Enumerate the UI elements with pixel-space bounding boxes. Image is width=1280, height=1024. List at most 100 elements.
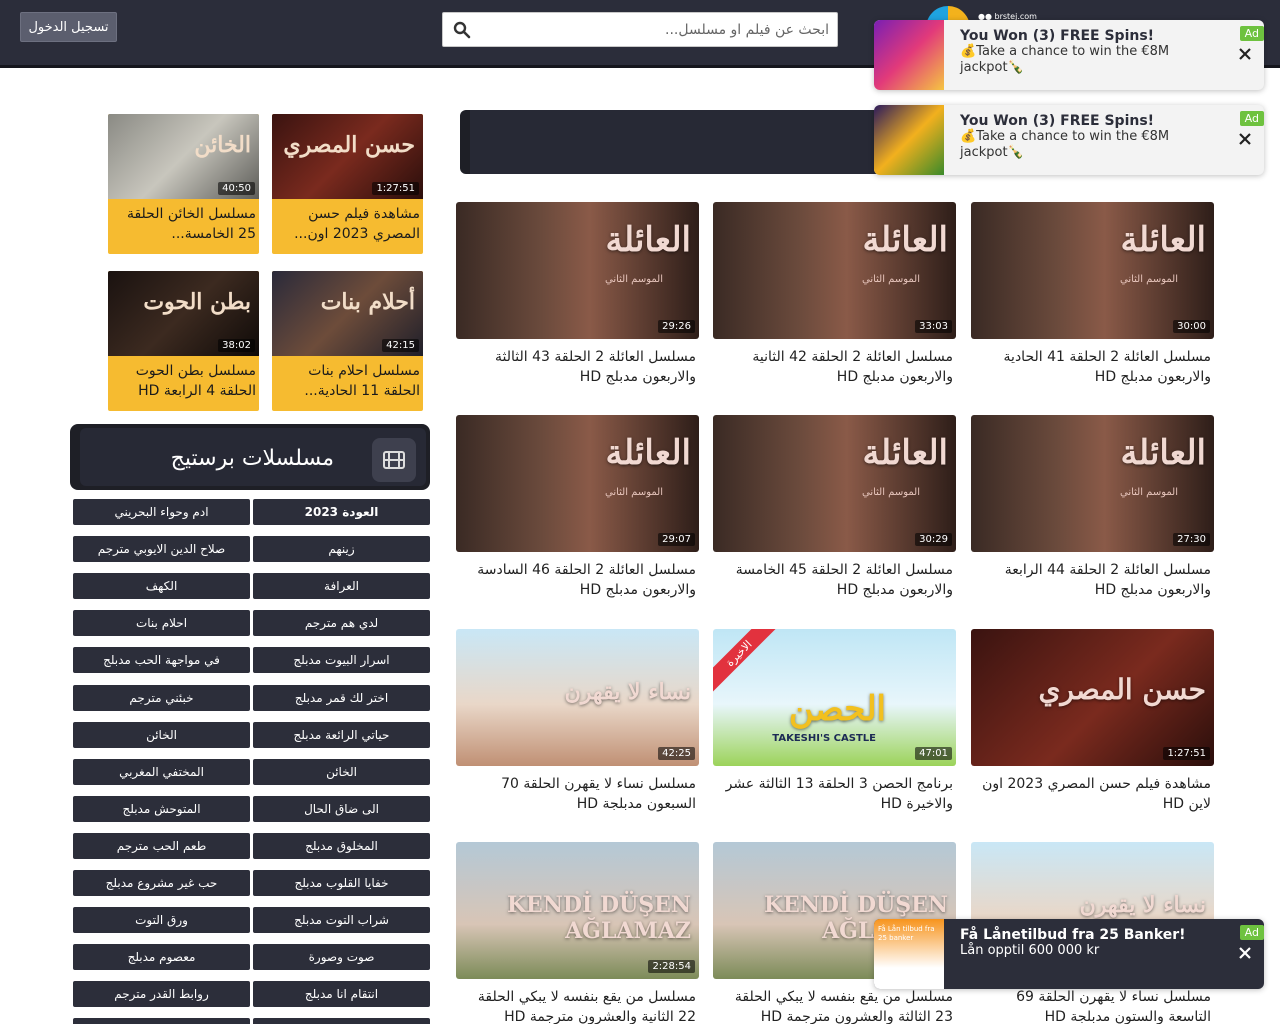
ad-image[interactable] bbox=[874, 105, 944, 175]
series-tag-link[interactable]: خبئني مترجم bbox=[73, 684, 250, 711]
series-tag-link[interactable]: صوت وصورة bbox=[253, 944, 430, 971]
featured-card[interactable]: الخائن 40:50 مسلسل الخائن الحلقة 25 الخامس… bbox=[108, 114, 259, 254]
video-title[interactable]: مسلسل نساء لا يقهرن الحلقة 70 السبعون مد… bbox=[456, 774, 699, 814]
ad-body[interactable]: Lån opptil 600 000 kr bbox=[960, 943, 1220, 959]
thumbnail-title-art: الخائن bbox=[194, 132, 251, 158]
series-tag-link[interactable]: روابط القدر مترجم bbox=[73, 981, 250, 1008]
video-card[interactable]: حسن المصري 1:27:51 مشاهدة فيلم حسن المصري … bbox=[971, 629, 1214, 814]
ad-image[interactable] bbox=[874, 20, 944, 90]
series-tag-link[interactable]: الخائن bbox=[253, 758, 430, 785]
series-tag-link[interactable]: في مواجهة الحب مدبلج bbox=[73, 647, 250, 674]
series-tag-link[interactable]: طعم الحب مترجم bbox=[73, 832, 250, 859]
video-thumbnail[interactable]: نساء لا يقهرن 42:25 bbox=[456, 629, 699, 766]
video-title[interactable]: مسلسل نساء لا يقهرن الحلقة 69 التاسعة وا… bbox=[971, 987, 1214, 1024]
featured-title[interactable]: مسلسل احلام بنات الحلقة 11 الحادية... bbox=[272, 356, 423, 411]
featured-title[interactable]: مسلسل الخائن الحلقة 25 الخامسة... bbox=[108, 199, 259, 254]
ad-title[interactable]: You Won (3) FREE Spins! bbox=[960, 113, 1154, 129]
video-card[interactable]: KENDİ DÜŞEN AĞLAMAZ 2:28:54 مسلسل من يقع ب… bbox=[456, 842, 699, 1024]
series-tag-link[interactable] bbox=[73, 1018, 250, 1024]
duration-badge: 40:50 bbox=[218, 182, 255, 195]
series-tag-link[interactable]: الكهف bbox=[73, 573, 250, 600]
series-tag-link[interactable]: المختفي المغربي bbox=[73, 758, 250, 785]
video-title[interactable]: برنامج الحصن 3 الحلقة 13 الثالثة عشر وال… bbox=[713, 774, 956, 814]
login-button[interactable]: تسجيل الدخول bbox=[20, 12, 117, 42]
series-tag-link[interactable]: انتقام انا مدبلج bbox=[253, 981, 430, 1008]
featured-thumbnail[interactable]: حسن المصري 1:27:51 bbox=[272, 114, 423, 199]
video-card[interactable]: العائلة الموسم الثاني 33:03 مسلسل العائلة 2… bbox=[713, 202, 956, 387]
series-tag-link[interactable]: ورق التوت bbox=[73, 907, 250, 934]
series-tag-link[interactable]: شراب التوت مدبلج bbox=[253, 907, 430, 934]
series-tag-link[interactable]: خفايا القلوب مدبلج bbox=[253, 870, 430, 896]
video-card[interactable]: نساء لا يقهرن 42:25 مسلسل نساء لا يقهرن ال… bbox=[456, 629, 699, 814]
series-tag-link[interactable]: العرافة bbox=[253, 573, 430, 600]
video-title[interactable]: مسلسل العائلة 2 الحلقة 41 الحادية والارب… bbox=[971, 347, 1214, 387]
ad-image-text: Få Lån tilbud fra 25 banker bbox=[878, 925, 935, 942]
video-thumbnail[interactable]: العائلة الموسم الثاني 30:00 bbox=[971, 202, 1214, 339]
video-title[interactable]: مشاهدة فيلم حسن المصري 2023 اون لاين HD bbox=[971, 774, 1214, 814]
series-tag-link[interactable]: لدي هم مترجم bbox=[253, 610, 430, 637]
series-tag-link[interactable]: المخلوق مدبلج bbox=[253, 832, 430, 859]
video-thumbnail[interactable]: العائلة الموسم الثاني 27:30 bbox=[971, 415, 1214, 552]
featured-card[interactable]: حسن المصري 1:27:51 مشاهدة فيلم حسن المصري … bbox=[272, 114, 423, 254]
search-icon[interactable] bbox=[443, 13, 481, 46]
ad-popup[interactable]: Få Lån tilbud fra 25 banker Få Lånetilbud… bbox=[874, 919, 1264, 989]
thumbnail-subtitle-art: الموسم الثاني bbox=[862, 487, 920, 498]
video-thumbnail[interactable]: KENDİ DÜŞEN AĞLAMAZ 2:28:54 bbox=[456, 842, 699, 979]
series-tag-link[interactable]: اختر لك قمر مدبلج bbox=[253, 684, 430, 711]
video-title[interactable]: مسلسل العائلة 2 الحلقة 43 الثالثة والارب… bbox=[456, 347, 699, 387]
series-tag-link[interactable]: صلاح الدين الايوبي مترجم bbox=[73, 536, 250, 563]
series-tag-link[interactable]: الخائن bbox=[73, 721, 250, 748]
duration-badge: 1:27:51 bbox=[372, 182, 419, 195]
ad-body[interactable]: 💰Take a chance to win the €8M jackpot🍾 bbox=[960, 44, 1220, 76]
series-tag-link[interactable]: المتوحش مدبلج bbox=[73, 795, 250, 822]
ad-popup[interactable]: You Won (3) FREE Spins! 💰Take a chance to… bbox=[874, 105, 1264, 175]
video-thumbnail[interactable]: الحصن TAKESHI'S CASTLE الاخيرة 47:01 bbox=[713, 629, 956, 766]
video-thumbnail[interactable]: العائلة الموسم الثاني 29:26 bbox=[456, 202, 699, 339]
close-icon[interactable] bbox=[1238, 945, 1252, 959]
duration-badge: 30:00 bbox=[1173, 320, 1210, 333]
video-card[interactable]: العائلة الموسم الثاني 27:30 مسلسل العائلة 2… bbox=[971, 415, 1214, 600]
video-title[interactable]: مسلسل العائلة 2 الحلقة 46 السادسة والارب… bbox=[456, 560, 699, 600]
video-title[interactable]: مسلسل من يقع بنفسه لا يبكي الحلقة 22 الث… bbox=[456, 987, 699, 1024]
video-thumbnail[interactable]: العائلة الموسم الثاني 30:29 bbox=[713, 415, 956, 552]
video-title[interactable]: مسلسل من يقع بنفسه لا يبكي الحلقة 23 الث… bbox=[713, 987, 956, 1024]
series-tag-link[interactable]: حياتي الرائعة مدبلج bbox=[253, 721, 430, 748]
duration-badge: 33:03 bbox=[915, 320, 952, 333]
featured-card[interactable]: أحلام بنات 42:15 مسلسل احلام بنات الحلقة 1… bbox=[272, 271, 423, 411]
series-tag-link[interactable] bbox=[253, 1018, 430, 1024]
featured-title[interactable]: مشاهدة فيلم حسن المصري 2023 اون... bbox=[272, 199, 423, 254]
series-tag-link[interactable]: معصوم مدبلج bbox=[73, 944, 250, 971]
featured-card[interactable]: بطن الحوت 38:02 مسلسل بطن الحوت الحلقة 4 ا… bbox=[108, 271, 259, 411]
ad-image[interactable]: Få Lån tilbud fra 25 banker bbox=[874, 919, 944, 989]
series-tag-link[interactable]: ادم وحواء البحريني bbox=[73, 499, 250, 525]
video-card[interactable]: العائلة الموسم الثاني 30:29 مسلسل العائلة 2… bbox=[713, 415, 956, 600]
thumbnail-title-art: KENDİ DÜŞEN AĞLAMAZ bbox=[506, 892, 691, 944]
video-thumbnail[interactable]: العائلة الموسم الثاني 33:03 bbox=[713, 202, 956, 339]
featured-thumbnail[interactable]: بطن الحوت 38:02 bbox=[108, 271, 259, 356]
series-tag-link[interactable]: زينهم bbox=[253, 536, 430, 563]
featured-thumbnail[interactable]: الخائن 40:50 bbox=[108, 114, 259, 199]
video-thumbnail[interactable]: العائلة الموسم الثاني 29:07 bbox=[456, 415, 699, 552]
video-title[interactable]: مسلسل العائلة 2 الحلقة 42 الثانية والارب… bbox=[713, 347, 956, 387]
series-tag-link[interactable]: حب غير مشروع مدبلج bbox=[73, 870, 250, 896]
series-tag-link[interactable]: احلام بنات bbox=[73, 610, 250, 637]
featured-thumbnail[interactable]: أحلام بنات 42:15 bbox=[272, 271, 423, 356]
featured-title[interactable]: مسلسل بطن الحوت الحلقة 4 الرابعة HD bbox=[108, 356, 259, 411]
video-title[interactable]: مسلسل العائلة 2 الحلقة 44 الرابعة والارب… bbox=[971, 560, 1214, 600]
close-icon[interactable] bbox=[1238, 131, 1252, 145]
series-tag-link[interactable]: الى ضاق الحال bbox=[253, 795, 430, 822]
video-card[interactable]: الحصن TAKESHI'S CASTLE الاخيرة 47:01 برنامج … bbox=[713, 629, 956, 814]
video-card[interactable]: العائلة الموسم الثاني 30:00 مسلسل العائلة 2… bbox=[971, 202, 1214, 387]
close-icon[interactable] bbox=[1238, 46, 1252, 60]
series-tag-link[interactable]: اسرار البيوت مدبلج bbox=[253, 647, 430, 674]
video-card[interactable]: العائلة الموسم الثاني 29:07 مسلسل العائلة 2… bbox=[456, 415, 699, 600]
video-card[interactable]: العائلة الموسم الثاني 29:26 مسلسل العائلة 2… bbox=[456, 202, 699, 387]
ad-body[interactable]: 💰Take a chance to win the €8M jackpot🍾 bbox=[960, 129, 1220, 161]
search-input[interactable] bbox=[481, 13, 837, 46]
ad-title[interactable]: Få Lånetilbud fra 25 Banker! bbox=[960, 927, 1186, 943]
series-tag-link[interactable]: العودة 2023 bbox=[253, 499, 430, 525]
video-thumbnail[interactable]: حسن المصري 1:27:51 bbox=[971, 629, 1214, 766]
video-title[interactable]: مسلسل العائلة 2 الحلقة 45 الخامسة والارب… bbox=[713, 560, 956, 600]
ad-popup[interactable]: You Won (3) FREE Spins! 💰Take a chance to… bbox=[874, 20, 1264, 90]
ad-title[interactable]: You Won (3) FREE Spins! bbox=[960, 28, 1154, 44]
